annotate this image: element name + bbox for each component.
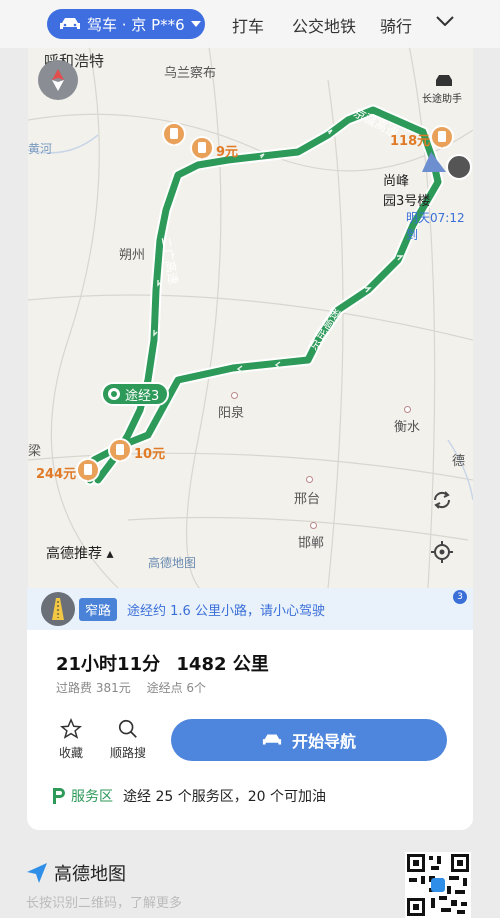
refresh-route-button[interactable] [424, 482, 460, 518]
waypoint-marker[interactable]: 途经3 [101, 382, 170, 406]
tab-taxi[interactable]: 打车 [232, 13, 264, 37]
route-meta: 过路费 381元 途经点 6个 [56, 679, 218, 696]
toll-marker-118[interactable]: 118元 [388, 125, 455, 153]
city-xingtai: 邢台 [294, 492, 321, 507]
waypoint-icon [108, 388, 120, 400]
narrow-road-tag: 窄路 [79, 597, 118, 621]
tab-transit[interactable]: 公交地铁 [292, 13, 356, 37]
compass-icon [52, 69, 64, 91]
search-along-route-button[interactable]: 顺路搜 [103, 718, 153, 761]
route-summary: 21小时11分 1482 公里 [56, 650, 279, 676]
map-canvas [28, 40, 473, 588]
route-duration: 21小时11分 [56, 654, 161, 675]
route-map[interactable]: 京藏高速 二广高速 京昆高速 呼和浩特 乌兰察布 朔州 阳泉 衡水 邢台 邯郸 … [28, 40, 473, 588]
search-along-route-label: 顺路搜 [109, 746, 146, 760]
city-li: 梁 [28, 444, 42, 459]
collect-label: 收藏 [58, 746, 83, 760]
caret-down-icon [190, 21, 201, 27]
warning-count-badge: 3 [453, 590, 467, 604]
start-navigation-button[interactable]: 开始导航 [171, 719, 447, 761]
drive-mode-tab[interactable]: 驾车 · 京 P**6 [47, 9, 205, 39]
waypoint-label: 途经3 [125, 388, 160, 404]
city-dot-yangquan [231, 392, 238, 399]
toll-pin-icon [190, 136, 214, 160]
transport-mode-bar: 驾车 · 京 P**6 打车 公交地铁 骑行 [0, 0, 500, 48]
chevron-down-icon[interactable] [436, 16, 454, 26]
city-ulanqab: 乌兰察布 [164, 66, 217, 81]
map-brand-watermark: 高德地图 [148, 556, 197, 570]
car-route-icon [436, 75, 452, 86]
toll-pin-icon [430, 125, 455, 149]
toll-price-118: 118元 [390, 133, 431, 149]
locate-icon [431, 541, 453, 563]
narrow-road-warning[interactable]: 窄路 途经约 1.6 公里小路，请小心驾驶 3 [27, 588, 473, 630]
city-shuozhou: 朔州 [119, 248, 146, 263]
toll-marker-9[interactable]: 9元 [190, 136, 238, 164]
car-icon [262, 734, 282, 745]
toll-price-244: 244元 [36, 466, 77, 482]
locate-button[interactable] [424, 534, 460, 570]
toll-price-9: 9元 [216, 144, 239, 160]
long-trip-helper-label: 长途助手 [422, 94, 462, 105]
city-dot-xingtai [306, 476, 313, 483]
narrow-road-text: 途经约 1.6 公里小路，请小心驾驶 [127, 603, 325, 619]
toll-marker-10[interactable]: 10元 [108, 438, 165, 466]
footer-brand-name: 高德地图 [54, 864, 126, 885]
footer-brand: 高德地图 [26, 860, 126, 886]
city-hengshui: 衡水 [394, 420, 421, 435]
service-area-info[interactable]: 服务区 途经 25 个服务区，20 个可加油 [51, 786, 326, 806]
service-area-icon [53, 788, 65, 804]
toll-price-10: 10元 [134, 446, 166, 462]
destination-avatar[interactable] [446, 154, 472, 180]
destination-name-line2: 园3号楼 [383, 194, 431, 209]
car-icon [60, 18, 80, 29]
arrival-time: 明天07:12到 [406, 211, 465, 242]
star-icon [60, 718, 82, 739]
city-handan: 邯郸 [298, 536, 325, 551]
destination-name-line1: 尚峰 [383, 174, 410, 189]
footer-qr-hint: 长按识别二维码，了解更多 [26, 896, 183, 911]
service-area-label: 服务区 [71, 789, 113, 805]
river-huanghe: 黄河 [28, 142, 53, 156]
narrow-road-icon [41, 592, 75, 626]
city-dot-hengshui [404, 406, 411, 413]
waypoint-count: 途经点 6个 [146, 681, 207, 695]
qr-code [405, 852, 471, 918]
refresh-icon [433, 491, 451, 509]
toll-pin-icon [76, 458, 101, 482]
toll-pin-icon [162, 122, 186, 146]
route-detail-panel: 窄路 途经约 1.6 公里小路，请小心驾驶 3 21小时11分 1482 公里 … [27, 588, 473, 830]
city-dot-handan [310, 522, 317, 529]
toll-pin-icon [108, 438, 132, 462]
city-yangquan: 阳泉 [218, 406, 245, 421]
city-dezhou: 德 [452, 454, 466, 469]
tab-bike[interactable]: 骑行 [380, 13, 412, 37]
toll-total: 过路费 381元 [56, 681, 131, 695]
toll-marker-top[interactable] [162, 122, 188, 150]
collect-button[interactable]: 收藏 [46, 718, 96, 761]
start-navigation-label: 开始导航 [291, 732, 356, 751]
amap-logo-icon [27, 863, 47, 883]
compass-button[interactable] [38, 60, 78, 100]
toll-marker-244[interactable]: 244元 [34, 458, 101, 486]
route-recommend-label[interactable]: 高德推荐 ▴ [46, 543, 113, 563]
service-area-text: 途经 25 个服务区，20 个可加油 [123, 789, 326, 805]
route-distance: 1482 公里 [176, 654, 269, 675]
drive-mode-label: 驾车 · 京 P**6 [87, 15, 185, 34]
search-icon [118, 719, 137, 738]
